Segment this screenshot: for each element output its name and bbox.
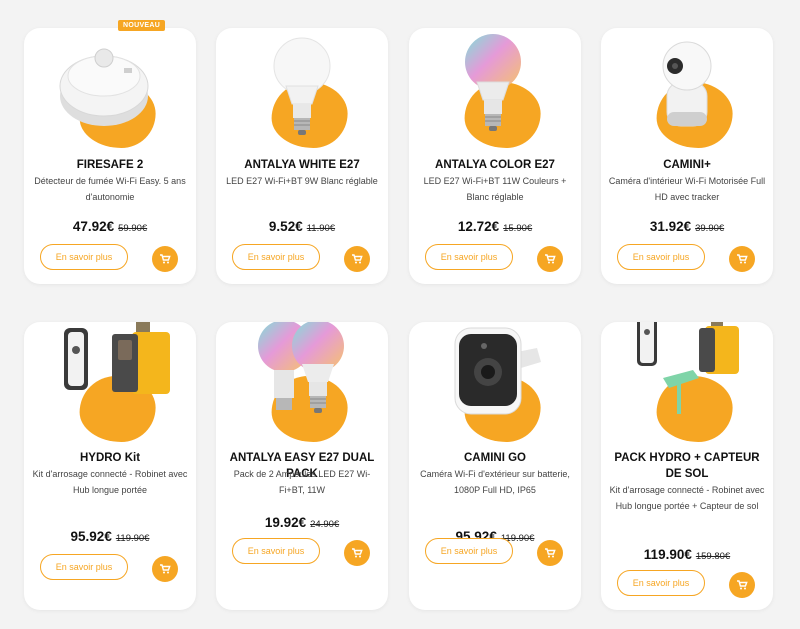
- add-to-cart-button[interactable]: [729, 246, 755, 272]
- cart-icon: [160, 564, 171, 574]
- learn-more-button[interactable]: En savoir plus: [40, 244, 128, 270]
- learn-more-button[interactable]: En savoir plus: [617, 570, 705, 596]
- add-to-cart-button[interactable]: [152, 556, 178, 582]
- product-description: Caméra d'intérieur Wi-Fi Motorisée Full …: [608, 176, 766, 202]
- current-price: 95.92€: [70, 529, 112, 544]
- product-card-firesafe[interactable]: NOUVEAU FIRESAFE 2 Détecteur de fumée Wi…: [24, 20, 196, 284]
- price-block: 9.52€ 11.90€: [216, 218, 388, 236]
- outdoor-camera-icon[interactable]: [409, 322, 581, 452]
- add-to-cart-button[interactable]: [344, 540, 370, 566]
- old-price: 159.80€: [695, 551, 731, 562]
- current-price: 47.92€: [72, 219, 115, 234]
- water-valve-soil-sensor-icon[interactable]: [601, 322, 773, 452]
- product-title: ANTALYA COLOR E27: [435, 159, 555, 171]
- old-price: 15.90€: [503, 223, 533, 234]
- add-to-cart-button[interactable]: [537, 540, 563, 566]
- learn-more-button[interactable]: En savoir plus: [232, 538, 320, 564]
- price-block: 119.90€ 159.80€: [601, 546, 773, 564]
- price-block: 12.72€ 15.90€: [409, 218, 581, 236]
- product-title: ANTALYA WHITE E27: [244, 159, 360, 171]
- add-to-cart-button[interactable]: [152, 246, 178, 272]
- add-to-cart-button[interactable]: [537, 246, 563, 272]
- product-description: LED E27 Wi-Fi+BT 9W Blanc réglable: [226, 176, 378, 186]
- product-description: Kit d'arrosage connecté - Robinet avec H…: [609, 485, 765, 511]
- cart-icon: [160, 254, 171, 264]
- product-card-camini-plus[interactable]: CAMINI+ Caméra d'intérieur Wi-Fi Motoris…: [601, 28, 773, 284]
- water-valve-hub-icon[interactable]: [24, 322, 196, 452]
- current-price: 31.92€: [649, 219, 692, 234]
- add-to-cart-button[interactable]: [344, 246, 370, 272]
- product-description: Détecteur de fumée Wi-Fi Easy. 5 ans d'a…: [34, 176, 186, 202]
- color-bulb-icon[interactable]: [409, 28, 581, 158]
- smoke-detector-icon[interactable]: [24, 28, 196, 158]
- product-description: Caméra Wi-Fi d'extérieur sur batterie, 1…: [420, 469, 570, 495]
- cart-icon: [737, 580, 748, 590]
- price-block: 95.92€ 119.90€: [24, 528, 196, 546]
- product-card-antalya-white[interactable]: ANTALYA WHITE E27 LED E27 Wi-Fi+BT 9W Bl…: [216, 28, 388, 284]
- learn-more-button[interactable]: En savoir plus: [425, 244, 513, 270]
- product-title: CAMINI GO: [464, 452, 526, 464]
- indoor-camera-icon[interactable]: [601, 28, 773, 158]
- old-price: 59.90€: [118, 223, 148, 234]
- cart-icon: [545, 254, 556, 264]
- learn-more-button[interactable]: En savoir plus: [617, 244, 705, 270]
- product-card-hydro-kit[interactable]: HYDRO Kit Kit d'arrosage connecté - Robi…: [24, 322, 196, 610]
- old-price: 24.90€: [310, 519, 340, 530]
- product-description: Pack de 2 Ampoules LED E27 Wi-Fi+BT, 11W: [233, 469, 371, 495]
- price-block: 47.92€ 59.90€: [24, 218, 196, 236]
- old-price: 11.90€: [306, 223, 336, 234]
- product-title: PACK HYDRO + CAPTEUR DE SOL: [614, 452, 760, 480]
- product-title: HYDRO Kit: [79, 452, 141, 464]
- old-price: 119.90€: [115, 533, 150, 544]
- product-title: FIRESAFE 2: [76, 159, 144, 171]
- current-price: 12.72€: [457, 219, 500, 234]
- product-title: CAMINI+: [663, 159, 711, 171]
- cart-icon: [352, 254, 363, 264]
- price-block: 19.92€ 24.90€: [216, 514, 388, 532]
- dual-color-bulbs-icon[interactable]: [216, 322, 388, 452]
- add-to-cart-button[interactable]: [729, 572, 755, 598]
- current-price: 119.90€: [643, 547, 692, 562]
- cart-icon: [352, 548, 363, 558]
- old-price: 39.90€: [695, 223, 725, 234]
- cart-icon: [545, 548, 556, 558]
- cart-icon: [737, 254, 748, 264]
- product-card-camini-go[interactable]: CAMINI GO Caméra Wi-Fi d'extérieur sur b…: [409, 322, 581, 610]
- product-description: LED E27 Wi-Fi+BT 11W Couleurs + Blanc ré…: [423, 176, 567, 202]
- product-card-pack-hydro-soil[interactable]: PACK HYDRO + CAPTEUR DE SOL Kit d'arrosa…: [601, 322, 773, 610]
- white-bulb-icon[interactable]: [216, 28, 388, 158]
- product-card-antalya-color[interactable]: ANTALYA COLOR E27 LED E27 Wi-Fi+BT 11W C…: [409, 28, 581, 284]
- learn-more-button[interactable]: En savoir plus: [425, 538, 513, 564]
- current-price: 9.52€: [268, 219, 303, 234]
- learn-more-button[interactable]: En savoir plus: [40, 554, 128, 580]
- learn-more-button[interactable]: En savoir plus: [232, 244, 320, 270]
- product-description: Kit d'arrosage connecté - Robinet avec H…: [32, 469, 188, 495]
- price-block: 31.92€ 39.90€: [601, 218, 773, 236]
- product-card-antalya-dual-pack[interactable]: ANTALYA EASY E27 DUAL PACK Pack de 2 Amp…: [216, 322, 388, 610]
- current-price: 19.92€: [264, 515, 307, 530]
